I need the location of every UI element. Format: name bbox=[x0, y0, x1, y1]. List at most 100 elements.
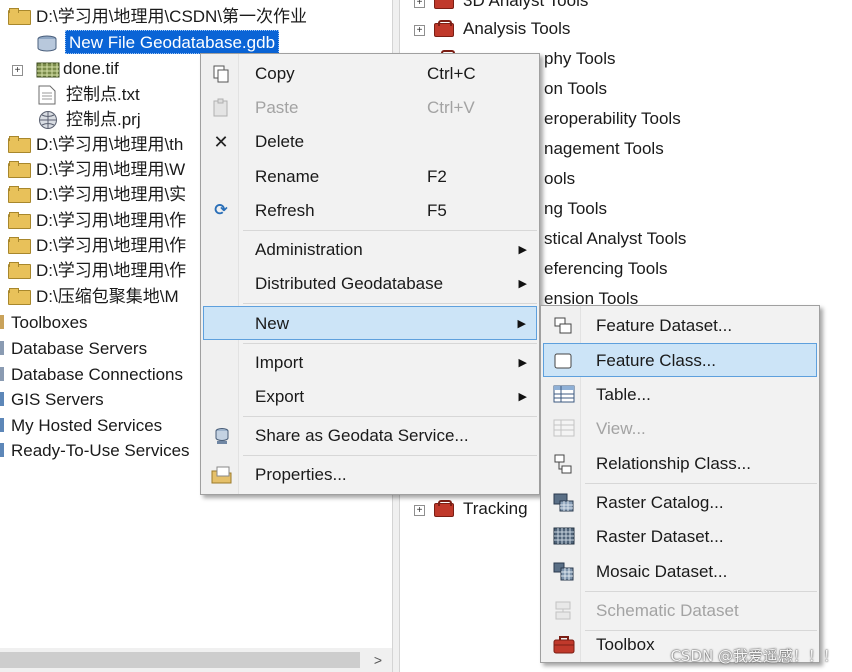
expand-icon[interactable]: + bbox=[414, 0, 425, 8]
tree-item-label: New File Geodatabase.gdb bbox=[65, 30, 280, 54]
tree-item-label: D:\压缩包聚集地\M bbox=[36, 287, 179, 306]
scrollbar-thumb[interactable] bbox=[0, 652, 360, 668]
submenu-item-relationship-class[interactable]: Relationship Class... bbox=[543, 447, 817, 481]
submenu-item-raster-catalog[interactable]: Raster Catalog... bbox=[543, 486, 817, 520]
menu-separator bbox=[243, 455, 537, 456]
table-icon bbox=[553, 385, 575, 405]
menu-separator bbox=[243, 416, 537, 417]
toolbox-icon bbox=[433, 499, 455, 517]
submenu-item-mosaic-dataset[interactable]: Mosaic Dataset... bbox=[543, 555, 817, 589]
submenu-item-view[interactable]: View... bbox=[543, 412, 817, 446]
tree-item-data-interoperability-tools[interactable]: eroperability Tools bbox=[544, 106, 681, 131]
menu-item-share-as-geodata-service[interactable]: Share as Geodata Service... bbox=[203, 419, 537, 453]
tree-item-folder[interactable]: D:\学习用\地理用\W bbox=[8, 157, 185, 182]
submenu-arrow-icon: ▶ bbox=[518, 244, 527, 256]
tree-item-txt[interactable]: 控制点.txt bbox=[38, 82, 140, 107]
tree-item-database-connections[interactable]: Database Connections bbox=[0, 362, 183, 387]
tree-item-label: 3D Analyst Tools bbox=[463, 0, 589, 10]
folder-icon bbox=[8, 212, 31, 229]
tree-item-label: My Hosted Services bbox=[11, 416, 163, 435]
submenu-item-feature-class[interactable]: Feature Class... bbox=[543, 343, 817, 377]
menu-item-label: Relationship Class... bbox=[596, 454, 751, 473]
menu-item-administration[interactable]: Administration ▶ bbox=[203, 233, 537, 267]
menu-item-label: Distributed Geodatabase bbox=[255, 274, 444, 293]
tree-item-database-servers[interactable]: Database Servers bbox=[0, 336, 147, 361]
new-submenu: Feature Dataset... Feature Class... Tabl… bbox=[540, 305, 820, 663]
tree-item-label: D:\学习用\地理用\W bbox=[36, 160, 186, 179]
tree-item-label: D:\学习用\地理用\作 bbox=[36, 236, 187, 255]
menu-separator bbox=[243, 303, 537, 304]
tree-item-conversion-tools[interactable]: on Tools bbox=[544, 76, 607, 101]
database-connections-icon bbox=[0, 367, 4, 381]
tree-item-geocoding-tools[interactable]: ng Tools bbox=[544, 196, 607, 221]
tree-item-editing-tools[interactable]: ools bbox=[544, 166, 575, 191]
shortcut-label: F5 bbox=[427, 201, 447, 220]
folder-icon bbox=[8, 136, 31, 153]
copy-icon bbox=[211, 64, 231, 84]
menu-item-delete[interactable]: ✕ Delete bbox=[203, 125, 537, 159]
tree-item-folder[interactable]: D:\压缩包聚集地\M bbox=[8, 284, 179, 309]
folder-icon bbox=[8, 288, 31, 305]
tree-item-label: 控制点.prj bbox=[66, 110, 141, 129]
tree-item-geostatistical-analyst-tools[interactable]: stical Analyst Tools bbox=[544, 226, 686, 251]
tree-item-label: Database Connections bbox=[11, 365, 184, 384]
menu-separator bbox=[585, 591, 817, 592]
menu-item-label: Refresh bbox=[255, 201, 315, 220]
toolbox-icon bbox=[433, 19, 455, 37]
menu-item-label: Toolbox bbox=[596, 635, 655, 654]
tree-item-label: D:\学习用\地理用\CSDN\第一次作业 bbox=[36, 7, 308, 26]
feature-dataset-icon bbox=[553, 316, 573, 336]
feature-class-icon bbox=[553, 351, 573, 371]
mosaic-dataset-icon bbox=[553, 562, 574, 582]
menu-item-paste[interactable]: Paste Ctrl+V bbox=[203, 91, 537, 125]
context-menu: Copy Ctrl+C Paste Ctrl+V ✕ Delete Rename… bbox=[200, 53, 540, 495]
tree-item-toolboxes[interactable]: Toolboxes bbox=[0, 310, 88, 335]
raster-catalog-icon bbox=[553, 493, 574, 513]
menu-item-distributed-geodatabase[interactable]: Distributed Geodatabase ▶ bbox=[203, 267, 537, 301]
tree-item-3d-analyst-tools[interactable]: +3D Analyst Tools bbox=[414, 0, 588, 13]
scroll-right-arrow-icon[interactable]: > bbox=[366, 648, 390, 672]
gis-servers-icon bbox=[0, 392, 4, 406]
ready-to-use-services-icon bbox=[0, 443, 4, 457]
tree-item-folder[interactable]: D:\学习用\地理用\作 bbox=[8, 208, 186, 233]
menu-item-label: Export bbox=[255, 387, 305, 406]
tree-item-folder[interactable]: D:\学习用\地理用\实 bbox=[8, 182, 186, 207]
geodatabase-icon bbox=[36, 34, 58, 52]
expand-icon[interactable]: + bbox=[12, 65, 23, 76]
tree-item-ready-to-use-services[interactable]: Ready-To-Use Services bbox=[0, 438, 190, 463]
tree-item-label: Analysis Tools bbox=[463, 19, 571, 38]
tree-item-label: done.tif bbox=[63, 59, 119, 78]
tree-item-label: GIS Servers bbox=[11, 390, 104, 409]
folder-icon bbox=[8, 237, 31, 254]
menu-item-label: Mosaic Dataset... bbox=[596, 562, 728, 581]
tree-item-folder[interactable]: D:\学习用\地理用\作 bbox=[8, 233, 186, 258]
submenu-item-table[interactable]: Table... bbox=[543, 378, 817, 412]
tree-item-folder[interactable]: D:\学习用\地理用\作 bbox=[8, 258, 186, 283]
expand-icon[interactable]: + bbox=[414, 505, 425, 516]
menu-item-copy[interactable]: Copy Ctrl+C bbox=[203, 57, 537, 91]
menu-separator bbox=[585, 483, 817, 484]
properties-icon bbox=[211, 465, 232, 485]
submenu-item-schematic-dataset[interactable]: Schematic Dataset bbox=[543, 594, 817, 628]
tree-item-data-management-tools[interactable]: nagement Tools bbox=[544, 136, 664, 161]
menu-item-properties[interactable]: Properties... bbox=[203, 458, 537, 492]
menu-item-new[interactable]: New ▶ bbox=[203, 306, 537, 340]
menu-separator bbox=[243, 343, 537, 344]
submenu-item-feature-dataset[interactable]: Feature Dataset... bbox=[543, 309, 817, 343]
tree-item-done-tif[interactable]: + done.tif bbox=[12, 56, 119, 81]
tree-item-folder[interactable]: D:\学习用\地理用\th bbox=[8, 132, 183, 157]
submenu-item-raster-dataset[interactable]: Raster Dataset... bbox=[543, 520, 817, 554]
tree-item-gis-servers[interactable]: GIS Servers bbox=[0, 387, 104, 412]
tree-item-my-hosted-services[interactable]: My Hosted Services bbox=[0, 413, 162, 438]
toolbox-icon bbox=[553, 635, 575, 655]
tree-item-folder-csdn[interactable]: D:\学习用\地理用\CSDN\第一次作业 bbox=[8, 4, 307, 29]
tree-item-prj[interactable]: 控制点.prj bbox=[38, 107, 141, 132]
tree-item-tracking-analyst-tools[interactable]: + Tracking bbox=[414, 496, 528, 521]
tree-item-analysis-tools[interactable]: + Analysis Tools bbox=[414, 16, 570, 41]
expand-icon[interactable]: + bbox=[414, 25, 425, 36]
tree-item-georeferencing-tools[interactable]: eferencing Tools bbox=[544, 256, 668, 281]
menu-item-import[interactable]: Import ▶ bbox=[203, 346, 537, 380]
menu-item-refresh[interactable]: ⟳ Refresh F5 bbox=[203, 194, 537, 228]
menu-item-export[interactable]: Export ▶ bbox=[203, 380, 537, 414]
menu-item-rename[interactable]: Rename F2 bbox=[203, 160, 537, 194]
